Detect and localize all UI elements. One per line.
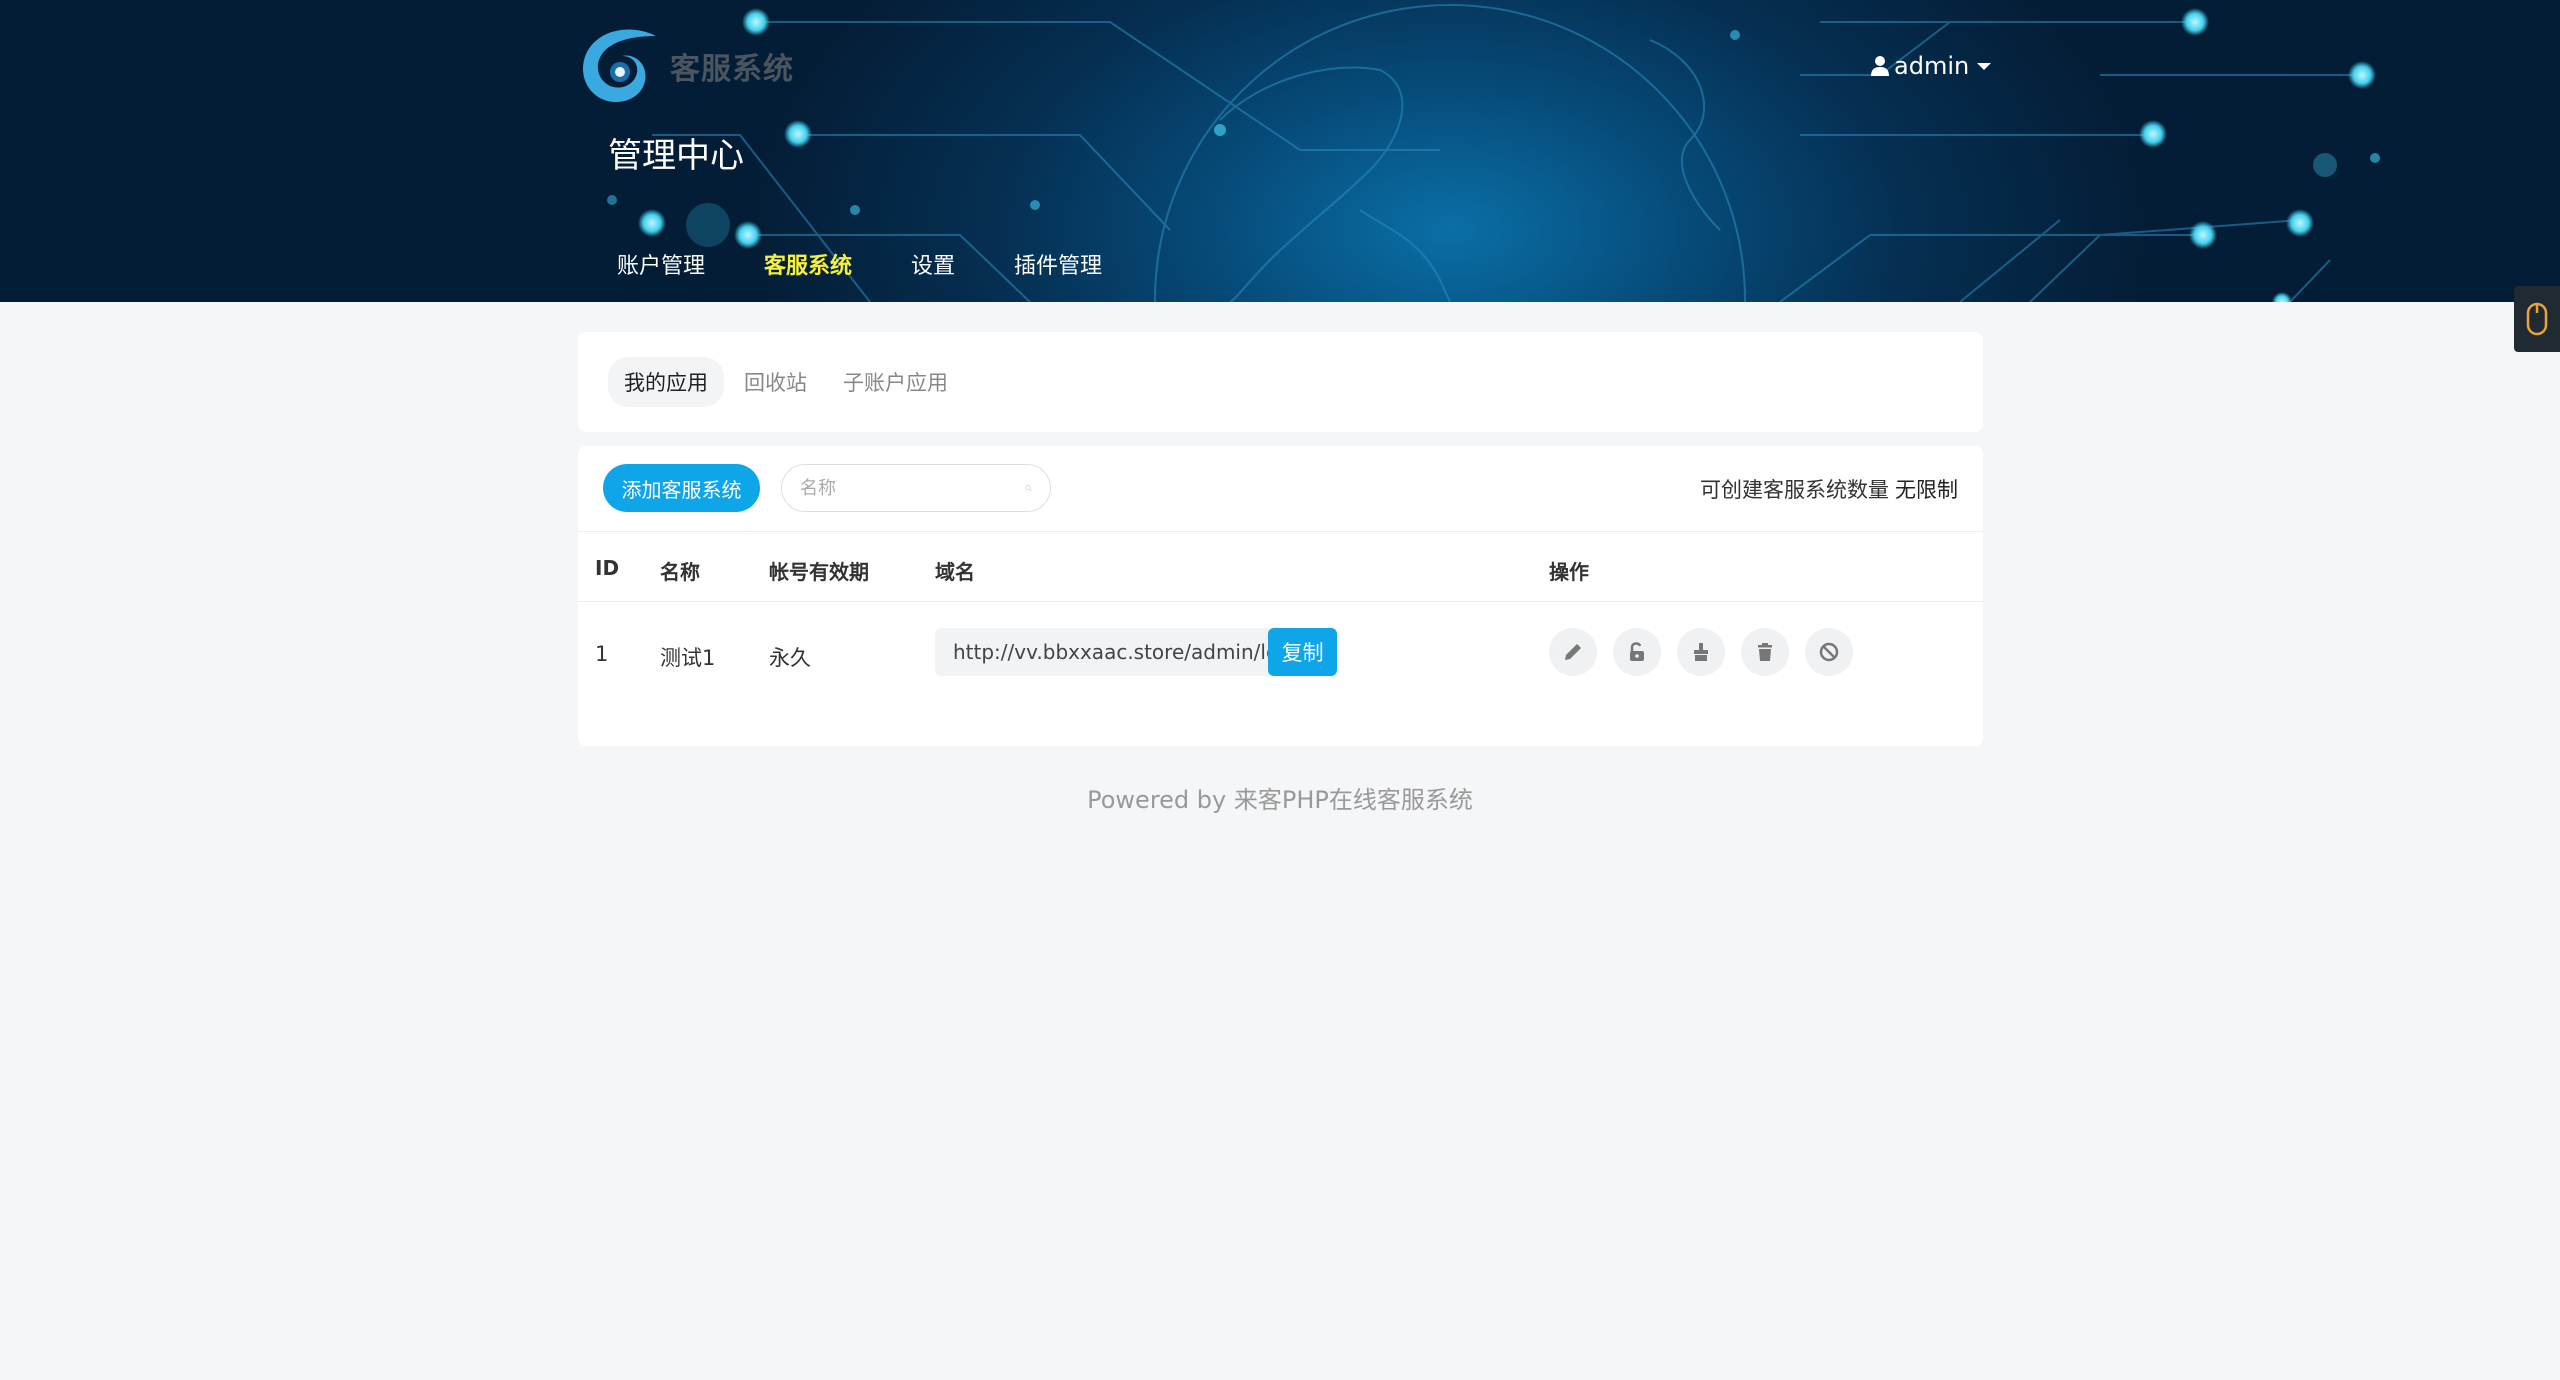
nav-account[interactable]: 账户管理 [617,248,705,280]
nav-customer-service[interactable]: 客服系统 [764,248,852,280]
apps-panel: 添加客服系统 可创建客服系统数量无限制 ID 名称 帐号有效期 域名 操作 1 … [578,446,1983,746]
quota-value: 无限制 [1895,478,1958,502]
column-header-name: 名称 [660,560,700,584]
row-expire: 永久 [769,646,811,670]
user-icon [1871,56,1889,76]
footer: Powered by 来客PHP在线客服系统 [1087,786,1473,814]
username: admin [1894,52,1970,80]
toolbar: 添加客服系统 可创建客服系统数量无限制 [578,446,1983,532]
mouse-icon [2526,302,2548,336]
table-header: ID 名称 帐号有效期 域名 操作 [578,532,1983,602]
edit-button[interactable] [1549,628,1597,676]
search-input[interactable] [800,477,1025,499]
clean-button[interactable] [1677,628,1725,676]
unlock-button[interactable] [1613,628,1661,676]
tab-recycle-bin[interactable]: 回收站 [728,357,823,407]
tab-subaccount-apps[interactable]: 子账户应用 [827,357,964,407]
column-header-expire: 帐号有效期 [769,560,869,584]
nav-plugins[interactable]: 插件管理 [1014,248,1102,280]
copy-button[interactable]: 复制 [1268,628,1337,676]
trash-icon [1758,643,1772,661]
caret-down-icon [1977,62,1992,70]
domain-field: http://vv.bbxxaac.store/admin/login/inde… [935,628,1337,676]
quota-label: 可创建客服系统数量 [1700,478,1889,502]
brush-icon [1694,643,1708,661]
row-name: 测试1 [660,646,716,670]
domain-url[interactable]: http://vv.bbxxaac.store/admin/login/inde… [935,628,1275,676]
delete-button[interactable] [1741,628,1789,676]
nav-settings[interactable]: 设置 [911,248,955,280]
column-header-actions: 操作 [1549,560,1589,584]
row-id: 1 [595,642,609,666]
header-banner: 客服系统 管理中心 admin 账户管理 客服系统 设置 插件管理 [0,0,2560,302]
logo-text: 客服系统 [670,52,794,87]
quota-info: 可创建客服系统数量 无限制 [1700,474,1958,504]
search-box[interactable] [781,464,1051,512]
tab-my-apps[interactable]: 我的应用 [608,357,724,407]
column-header-domain: 域名 [935,560,975,584]
disable-button[interactable] [1805,628,1853,676]
banner-background [607,4,2380,302]
page-title: 管理中心 [608,136,744,176]
ban-icon [1819,642,1839,662]
app-logo[interactable]: 客服系统 [578,26,794,106]
search-icon[interactable] [1025,477,1032,499]
add-system-button[interactable]: 添加客服系统 [603,464,760,512]
edit-icon [1565,644,1581,660]
column-header-id: ID [595,556,620,580]
main-nav: 账户管理 客服系统 设置 插件管理 [617,248,1161,280]
user-menu[interactable]: admin [1870,50,1992,82]
side-widget[interactable] [2514,286,2560,352]
logo-swirl-icon [578,26,658,106]
unlock-icon [1630,642,1644,661]
sub-tabs: 我的应用 回收站 子账户应用 [578,332,1983,432]
row-actions [1549,628,1869,676]
table-row: 1 测试1 永久 http://vv.bbxxaac.store/admin/l… [578,602,1983,712]
